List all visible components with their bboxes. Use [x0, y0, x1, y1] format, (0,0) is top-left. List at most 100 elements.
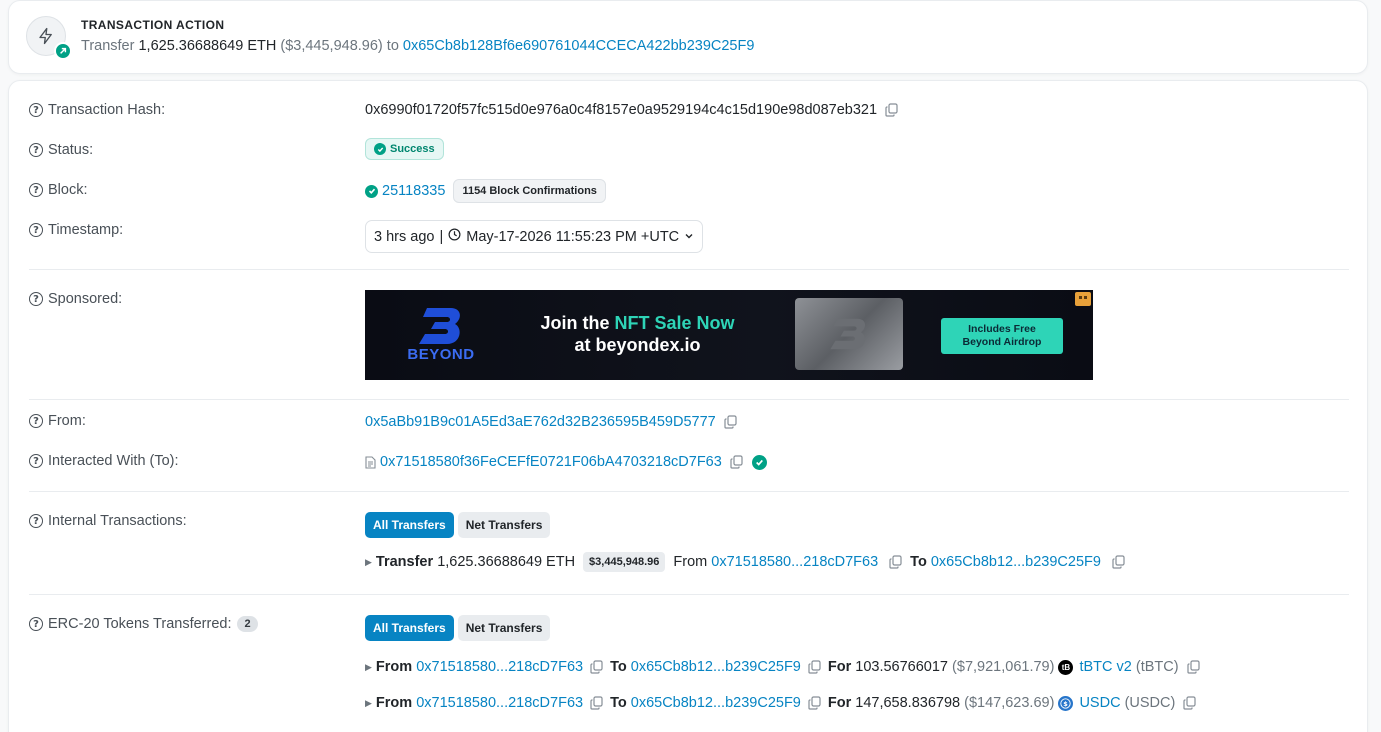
arrow-up-right-icon [54, 42, 72, 60]
erc20-to-word: To [610, 659, 627, 675]
internal-tx-label: ? Internal Transactions: [29, 513, 187, 529]
check-circle-icon [374, 143, 386, 155]
internal-from-word: From [673, 554, 708, 570]
tx-hash-text: 0x6990f01720f57fc515d0e976a0c4f8157e0a95… [365, 102, 878, 118]
erc20-amount: 103.56766017 [855, 659, 949, 675]
transaction-details-card: ? Transaction Hash: 0x6990f01720f57fc515… [8, 80, 1368, 732]
question-icon[interactable]: ? [29, 223, 43, 237]
erc20-count-badge: 2 [237, 616, 258, 632]
divider [29, 269, 1349, 270]
status-badge: Success [365, 138, 444, 160]
internal-transfer-row: ▶ Transfer 1,625.36688649 ETH $3,445,948… [365, 552, 1125, 572]
question-icon[interactable]: ? [29, 514, 43, 528]
svg-text:$: $ [1064, 699, 1069, 707]
action-usd: ($3,445,948.96) [280, 38, 383, 54]
question-icon[interactable]: ? [29, 292, 43, 306]
copy-icon[interactable] [590, 660, 603, 674]
ad-headline: Join the NFT Sale Now at beyondex.io [540, 313, 735, 355]
internal-amount: 1,625.36688649 ETH [437, 554, 576, 570]
clock-icon [448, 228, 461, 245]
interacted-value: 0x71518580f36FeCEFfE0721F06bA4703218cD7F… [365, 454, 767, 470]
erc20-toggle: All Transfers Net Transfers [365, 615, 551, 641]
from-address-link[interactable]: 0x5aBb91B9c01A5Ed3aE762d32B236595B459D57… [365, 414, 716, 430]
erc20-usd: ($7,921,061.79) [952, 659, 1055, 675]
erc20-net-transfers-button[interactable]: Net Transfers [457, 615, 551, 641]
erc20-token-link[interactable]: USDC [1079, 695, 1120, 711]
erc20-to-address-link[interactable]: 0x65Cb8b12...b239C25F9 [631, 659, 801, 675]
caret-right-icon[interactable]: ▶ [365, 557, 372, 568]
copy-icon[interactable] [1186, 660, 1200, 674]
from-label: ? From: [29, 413, 86, 429]
question-icon[interactable]: ? [29, 183, 43, 197]
ad-cta-button[interactable]: Includes Free Beyond Airdrop [941, 318, 1063, 354]
divider [29, 594, 1349, 595]
copy-icon[interactable] [1112, 555, 1125, 569]
caret-right-icon[interactable]: ▶ [365, 662, 372, 673]
erc20-token-link[interactable]: tBTC v2 [1079, 659, 1131, 675]
copy-icon[interactable] [1183, 696, 1196, 710]
timestamp-separator: | [439, 228, 444, 245]
copy-icon[interactable] [730, 455, 743, 469]
erc20-usd: ($147,623.69) [964, 695, 1055, 711]
status-label: ? Status: [29, 142, 93, 158]
sponsored-label: ? Sponsored: [29, 291, 122, 307]
erc20-for-word: For [827, 659, 852, 675]
erc20-token-symbol: (USDC) [1124, 695, 1176, 711]
internal-verb: Transfer [375, 554, 434, 570]
erc20-from-word: From [375, 695, 413, 711]
caret-right-icon[interactable]: ▶ [365, 698, 372, 709]
status-value: Success [365, 138, 444, 160]
copy-icon[interactable] [808, 696, 821, 710]
erc20-from-word: From [375, 659, 413, 675]
question-icon[interactable]: ? [29, 103, 43, 117]
from-value: 0x5aBb91B9c01A5Ed3aE762d32B236595B459D57… [365, 414, 737, 430]
tbtc-icon: tB [1058, 659, 1074, 675]
internal-to-address-link[interactable]: 0x65Cb8b12...b239C25F9 [931, 554, 1101, 570]
copy-icon[interactable] [885, 103, 898, 117]
internal-tx-toggle: All Transfers Net Transfers [365, 512, 551, 538]
chevron-down-icon [684, 229, 694, 245]
divider [29, 491, 1349, 492]
ad-info-icon[interactable] [1075, 292, 1091, 306]
copy-icon[interactable] [808, 660, 821, 674]
interacted-address-link[interactable]: 0x71518580f36FeCEFfE0721F06bA4703218cD7F… [380, 454, 722, 470]
block-value: 25118335 1154 Block Confirmations [365, 179, 606, 203]
action-summary: Transfer 1,625.36688649 ETH ($3,445,948.… [81, 38, 754, 54]
timestamp-dropdown[interactable]: 3 hrs ago | May-17-2026 11:55:23 PM +UTC [365, 220, 704, 253]
action-to-address-link[interactable]: 0x65Cb8b128Bf6e690761044CCECA422bb239C25… [403, 38, 755, 54]
block-number-link[interactable]: 25118335 [382, 183, 445, 199]
beyond-logo-icon [417, 306, 465, 350]
copy-icon[interactable] [724, 415, 737, 429]
timestamp-value: 3 hrs ago | May-17-2026 11:55:23 PM +UTC [365, 220, 704, 253]
erc20-token-symbol: (tBTC) [1135, 659, 1179, 675]
erc20-all-transfers-button[interactable]: All Transfers [365, 615, 454, 641]
erc20-from-address-link[interactable]: 0x71518580...218cD7F63 [416, 695, 583, 711]
question-icon[interactable]: ? [29, 617, 43, 631]
action-title: TRANSACTION ACTION [81, 18, 225, 32]
divider [29, 399, 1349, 400]
copy-icon[interactable] [590, 696, 603, 710]
contract-file-icon [365, 455, 376, 469]
tx-hash-value: 0x6990f01720f57fc515d0e976a0c4f8157e0a95… [365, 102, 898, 118]
block-label: ? Block: [29, 182, 88, 198]
action-verb: Transfer [81, 38, 135, 54]
interacted-label: ? Interacted With (To): [29, 453, 179, 469]
question-icon[interactable]: ? [29, 414, 43, 428]
erc20-from-address-link[interactable]: 0x71518580...218cD7F63 [416, 659, 583, 675]
erc20-transfer-row: ▶ From 0x71518580...218cD7F63 To 0x65Cb8… [365, 659, 1200, 675]
question-icon[interactable]: ? [29, 454, 43, 468]
erc20-amount: 147,658.836798 [855, 695, 961, 711]
internal-from-address-link[interactable]: 0x71518580...218cD7F63 [711, 554, 878, 570]
sponsored-ad-banner[interactable]: BEYOND Join the NFT Sale Now at beyondex… [365, 290, 1093, 380]
internal-all-transfers-button[interactable]: All Transfers [365, 512, 454, 538]
erc20-for-word: For [827, 695, 852, 711]
erc20-to-address-link[interactable]: 0x65Cb8b12...b239C25F9 [631, 695, 801, 711]
timestamp-label: ? Timestamp: [29, 222, 123, 238]
timestamp-ago: 3 hrs ago [374, 228, 435, 245]
check-circle-icon [365, 184, 378, 198]
usdc-icon: $ [1058, 695, 1074, 711]
internal-net-transfers-button[interactable]: Net Transfers [457, 512, 551, 538]
copy-icon[interactable] [889, 555, 902, 569]
action-amount: 1,625.36688649 ETH [138, 38, 277, 54]
question-icon[interactable]: ? [29, 143, 43, 157]
